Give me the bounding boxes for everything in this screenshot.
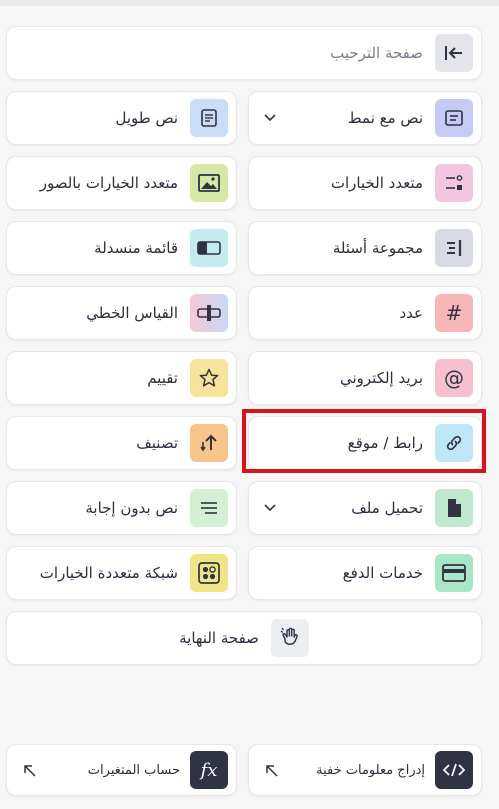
item-dropdown[interactable]: قائمة منسدلة <box>6 221 237 275</box>
item-label: متعدد الخيارات <box>330 174 423 192</box>
item-number[interactable]: # عدد <box>248 286 482 340</box>
collapse-left-icon <box>435 34 473 72</box>
code-icon <box>435 751 473 789</box>
item-label: قائمة منسدلة <box>94 239 178 257</box>
variables-label: حساب المتغيرات <box>87 762 180 778</box>
item-label: نص بدون إجابة <box>85 499 178 517</box>
group-icon <box>435 229 473 267</box>
item-label: خدمات الدفع <box>342 564 423 582</box>
link-icon <box>435 424 473 462</box>
item-statement[interactable]: نص بدون إجابة <box>6 481 237 535</box>
variables-button[interactable]: fx حساب المتغيرات <box>6 744 237 796</box>
item-label: القياس الخطي <box>86 304 178 322</box>
item-ranking[interactable]: تصنيف <box>6 416 237 470</box>
item-label: متعدد الخيارات بالصور <box>39 174 178 192</box>
choices-icon <box>435 164 473 202</box>
item-label: نص مع نمط <box>347 109 423 127</box>
hidden-fields-label: إدراج معلومات خفية <box>316 762 425 778</box>
item-payment[interactable]: خدمات الدفع <box>248 546 482 600</box>
wave-icon <box>270 619 309 657</box>
grid-icon <box>190 554 228 592</box>
item-label: نص طويل <box>115 109 178 127</box>
item-label: تحميل ملف <box>351 499 423 517</box>
item-long-text[interactable]: نص طويل <box>6 91 237 145</box>
hidden-fields-button[interactable]: إدراج معلومات خفية <box>248 744 482 796</box>
item-file-upload[interactable]: تحميل ملف <box>248 481 482 535</box>
item-matrix[interactable]: شبكة متعددة الخيارات <box>6 546 237 600</box>
top-edge <box>0 0 499 6</box>
star-icon <box>190 359 228 397</box>
item-linear-scale[interactable]: القياس الخطي <box>6 286 237 340</box>
chevron-down-icon[interactable] <box>263 501 277 515</box>
arrow-up-left-icon <box>265 763 279 777</box>
arrow-up-left-icon <box>23 763 37 777</box>
card-icon <box>435 554 473 592</box>
item-website[interactable]: رابط / موقع <box>248 416 482 470</box>
item-styled-text[interactable]: نص مع نمط <box>248 91 482 145</box>
item-email[interactable]: @ بريد إلكتروني <box>248 351 482 405</box>
slider-icon <box>190 294 228 332</box>
file-icon <box>435 489 473 527</box>
document-icon <box>190 99 228 137</box>
hash-icon: # <box>435 294 473 332</box>
item-label: رابط / موقع <box>347 434 423 452</box>
ending-screen-item[interactable]: صفحة النهاية <box>6 611 482 665</box>
lines-icon <box>190 489 228 527</box>
function-icon: fx <box>190 751 228 789</box>
item-multiple-choice[interactable]: متعدد الخيارات <box>248 156 482 210</box>
item-label: بريد إلكتروني <box>339 369 423 387</box>
item-label: تقييم <box>147 369 178 387</box>
item-label: تصنيف <box>136 434 178 452</box>
item-label: مجموعة أسئلة <box>332 239 423 257</box>
sort-icon <box>190 424 228 462</box>
dropdown-icon <box>190 229 228 267</box>
ending-label: صفحة النهاية <box>179 629 259 647</box>
item-label: عدد <box>399 304 423 322</box>
at-icon: @ <box>435 359 473 397</box>
item-label: شبكة متعددة الخيارات <box>39 564 178 582</box>
item-question-group[interactable]: مجموعة أسئلة <box>248 221 482 275</box>
welcome-label: صفحة الترحيب <box>330 44 423 62</box>
image-icon <box>190 164 228 202</box>
welcome-screen-item[interactable]: صفحة الترحيب <box>6 26 482 80</box>
item-rating[interactable]: تقييم <box>6 351 237 405</box>
styled-text-icon <box>435 99 473 137</box>
chevron-down-icon[interactable] <box>263 111 277 125</box>
item-picture-choice[interactable]: متعدد الخيارات بالصور <box>6 156 237 210</box>
function-glyph: fx <box>200 759 218 781</box>
